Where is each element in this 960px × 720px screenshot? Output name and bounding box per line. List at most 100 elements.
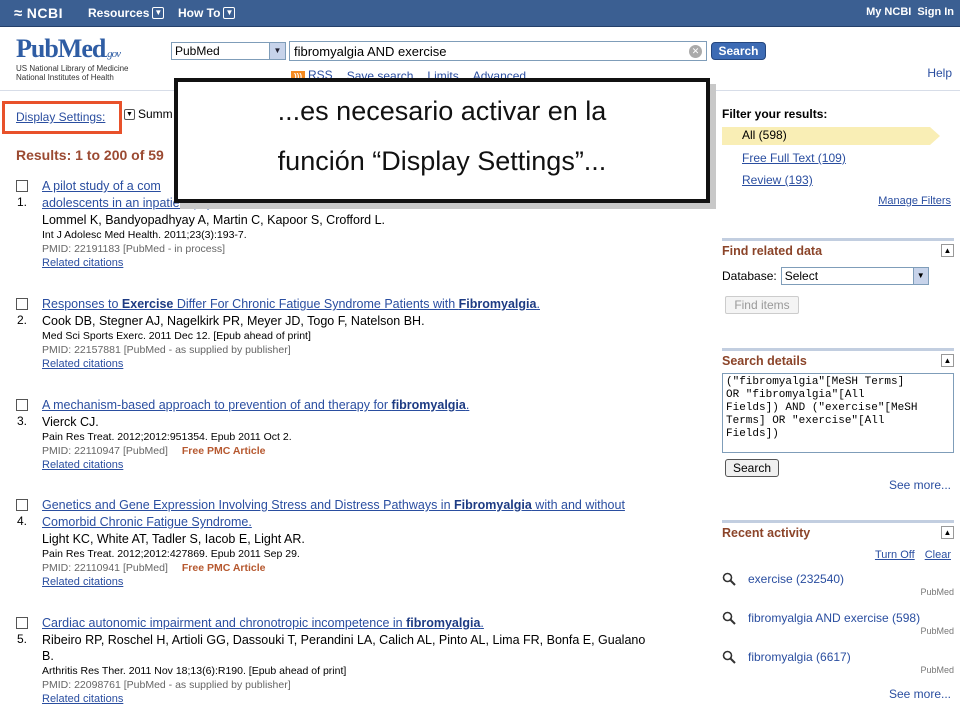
- collapse-icon[interactable]: ▲: [941, 244, 954, 257]
- display-settings-highlight: Display Settings:: [2, 101, 122, 134]
- result-title-text: .: [465, 398, 470, 412]
- howto-menu[interactable]: How To ▼: [178, 6, 236, 20]
- result-journal: Arthritis Res Ther. 2011 Nov 18;13(6):R1…: [42, 665, 347, 677]
- result-title-link[interactable]: Responses to Exercise Differ For Chronic…: [42, 296, 722, 313]
- collapse-icon[interactable]: ▲: [941, 526, 954, 539]
- result-number: 1.: [17, 195, 28, 209]
- result-journal: Int J Adolesc Med Health. 2011;23(3):193…: [42, 229, 247, 241]
- callout-line: función “Display Settings”...: [277, 146, 607, 176]
- pubmed-logo-word: PubMed.gov: [16, 34, 151, 64]
- chevron-down-icon: ▼: [124, 108, 135, 120]
- result-checkbox[interactable]: [16, 180, 28, 192]
- display-format[interactable]: ▼ Summ: [124, 107, 173, 121]
- result-title-keyword: fibromyalgia: [406, 616, 481, 630]
- display-format-label: Summ: [138, 107, 173, 121]
- search-button[interactable]: Search: [711, 42, 766, 60]
- result-title-text: with and without: [531, 498, 625, 512]
- howto-menu-label: How To: [178, 6, 221, 20]
- result-number: 4.: [17, 514, 28, 528]
- ncbi-logo[interactable]: ≈ NCBI: [14, 5, 63, 22]
- filter-panel: Filter your results: All (598) Free Full…: [722, 107, 954, 207]
- clear-icon[interactable]: ✕: [689, 45, 702, 58]
- ncbi-logo-text: NCBI: [26, 5, 63, 21]
- result-title-text: Differ For Chronic Fatigue Syndrome Pati…: [173, 297, 459, 311]
- chevron-down-icon: ▼: [152, 7, 165, 19]
- resources-menu[interactable]: Resources ▼: [88, 6, 165, 20]
- related-citations-link[interactable]: Related citations: [42, 458, 722, 472]
- related-citations-link[interactable]: Related citations: [42, 256, 722, 270]
- result-authors: Vierck CJ.: [42, 415, 99, 429]
- find-items-button[interactable]: Find items: [725, 296, 799, 314]
- display-settings-link[interactable]: Display Settings:: [16, 110, 105, 124]
- collapse-icon[interactable]: ▲: [941, 354, 954, 367]
- pubmed-logo[interactable]: PubMed.gov US National Library of Medici…: [16, 34, 151, 82]
- results-count: Results: 1 to 200 of 59: [16, 147, 164, 163]
- result-journal: Pain Res Treat. 2012;2012:951354. Epub 2…: [42, 431, 292, 443]
- result-number: 2.: [17, 313, 28, 327]
- result-number: 5.: [17, 632, 28, 646]
- activity-item[interactable]: fibromyalgia AND exercise (598) PubMed: [722, 611, 954, 641]
- free-pmc-article-link[interactable]: Free PMC Article: [182, 445, 266, 457]
- result-checkbox[interactable]: [16, 298, 28, 310]
- see-more-link[interactable]: See more...: [889, 687, 951, 701]
- result-authors: Cook DB, Stegner AJ, Nagelkirk PR, Meyer…: [42, 314, 425, 328]
- panel-title: Search details: [722, 354, 807, 368]
- related-citations-link[interactable]: Related citations: [42, 575, 722, 589]
- turn-off-link[interactable]: Turn Off: [875, 549, 915, 561]
- filter-review[interactable]: Review (193): [742, 173, 813, 187]
- clear-link[interactable]: Clear: [925, 549, 951, 561]
- result-title-link[interactable]: Cardiac autonomic impairment and chronot…: [42, 615, 722, 632]
- result-pmid: PMID: 22098761 [PubMed - as supplied by …: [42, 679, 291, 691]
- manage-filters-link[interactable]: Manage Filters: [878, 195, 951, 207]
- activity-item[interactable]: fibromyalgia (6617) PubMed: [722, 650, 954, 680]
- result-title-keyword: Exercise: [121, 297, 174, 311]
- result-checkbox[interactable]: [16, 499, 28, 511]
- database-select-value: PubMed: [175, 44, 220, 58]
- pubmed-logo-text: PubMed: [16, 34, 106, 63]
- result-title-text: .: [480, 616, 484, 630]
- related-citations-link[interactable]: Related citations: [42, 357, 722, 371]
- search-details-panel: Search details ▲ ("fibromyalgia"[MeSH Te…: [722, 348, 954, 496]
- related-database-select[interactable]: Select ▼: [780, 267, 929, 285]
- result-title-text: Cardiac autonomic impairment and chronot…: [42, 616, 407, 630]
- activity-links: Turn Off Clear: [875, 549, 951, 561]
- result-title-keyword: Fibromyalgia: [454, 498, 532, 512]
- result-pmid-text: PMID: 22110941 [PubMed]: [42, 562, 168, 574]
- search-input[interactable]: fibromyalgia AND exercise ✕: [289, 41, 707, 61]
- search-input-value: fibromyalgia AND exercise: [294, 44, 447, 59]
- result-title-link[interactable]: Genetics and Gene Expression Involving S…: [42, 497, 722, 531]
- search-icon: [722, 611, 736, 625]
- find-related-data-panel: Find related data ▲ Database: Select ▼ Fi…: [722, 238, 954, 318]
- database-label: Database:: [722, 269, 777, 283]
- search-details-button[interactable]: Search: [725, 459, 779, 477]
- result-pmid: PMID: 22157881 [PubMed - as supplied by …: [42, 344, 291, 356]
- result-checkbox[interactable]: [16, 617, 28, 629]
- activity-item[interactable]: exercise (232540) PubMed: [722, 572, 954, 602]
- panel-title: Find related data: [722, 244, 823, 258]
- result-pmid: PMID: 22110947 [PubMed] Free PMC Article: [42, 444, 722, 458]
- filter-free-full-text[interactable]: Free Full Text (109): [742, 151, 846, 165]
- ncbi-top-bar: ≈ NCBI Resources ▼ How To ▼ My NCBI Sign …: [0, 0, 960, 27]
- result-checkbox[interactable]: [16, 399, 28, 411]
- callout-line: ...es necesario activar en la: [277, 96, 607, 126]
- help-link[interactable]: Help: [927, 66, 952, 80]
- related-citations-link[interactable]: Related citations: [42, 692, 722, 706]
- result-journal: Pain Res Treat. 2012;2012:427869. Epub 2…: [42, 548, 300, 560]
- instruction-callout: ...es necesario activar en la función “D…: [174, 78, 710, 203]
- result-title-link[interactable]: A mechanism-based approach to prevention…: [42, 397, 722, 414]
- panel-title: Recent activity: [722, 526, 811, 540]
- see-more-link[interactable]: See more...: [889, 478, 951, 492]
- result-pmid: PMID: 22191183 [PubMed - in process]: [42, 243, 226, 255]
- search-details-textarea[interactable]: ("fibromyalgia"[MeSH Terms] OR "fibromya…: [722, 373, 954, 453]
- resources-menu-label: Resources: [88, 6, 150, 20]
- free-pmc-article-link[interactable]: Free PMC Article: [182, 562, 266, 574]
- filter-all[interactable]: All (598): [722, 127, 940, 145]
- database-select[interactable]: PubMed ▼: [171, 42, 286, 60]
- result-title-text: Genetics and Gene Expression Involving S…: [42, 498, 455, 512]
- my-ncbi-link[interactable]: My NCBI: [866, 6, 911, 18]
- result-journal: Med Sci Sports Exerc. 2011 Dec 12. [Epub…: [42, 330, 311, 342]
- sign-in-link[interactable]: Sign In: [917, 6, 954, 18]
- result-title-text: .: [536, 297, 540, 311]
- database-row: Database: Select ▼: [722, 267, 929, 285]
- chevron-down-icon: ▼: [223, 7, 236, 19]
